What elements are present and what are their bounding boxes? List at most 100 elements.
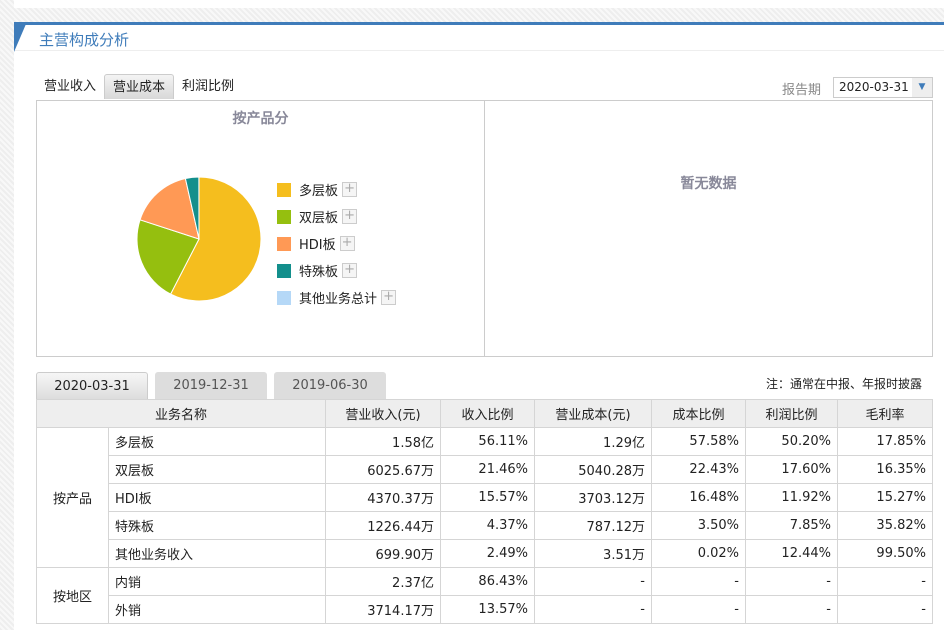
cell-value: 16.48% (651, 483, 746, 512)
cell-value: - (837, 595, 933, 624)
tab-revenue[interactable]: 营业收入 (36, 74, 104, 99)
cell-value: 17.85% (837, 427, 933, 456)
cell-value: 1.29亿 (534, 427, 652, 456)
metric-tabs: 营业收入 营业成本 利润比例 (36, 74, 242, 99)
period-select[interactable]: 2020-03-31 ▼ (833, 77, 933, 98)
chevron-down-icon[interactable]: ▼ (912, 78, 932, 97)
cell-value: 86.43% (440, 567, 535, 596)
date-tab[interactable]: 2019-06-30 (274, 372, 386, 399)
cell-value: - (534, 595, 652, 624)
composition-table: 业务名称 营业收入(元) 收入比例 营业成本(元) 成本比例 利润比例 毛利率 按产品 多层板… (36, 399, 933, 624)
period-label: 报告期 (782, 83, 822, 98)
chart-title: 按产品分 (232, 111, 289, 127)
cell-value: 4370.37万 (325, 483, 441, 512)
cell-value: 16.35% (837, 455, 933, 484)
legend-item[interactable]: HDI板 + (277, 230, 396, 257)
top-band (14, 8, 944, 22)
cell-value: 17.60% (745, 455, 838, 484)
cell-value: 5040.28万 (534, 455, 652, 484)
tab-profit-ratio[interactable]: 利润比例 (174, 74, 242, 99)
cell-value: 2.37亿 (325, 567, 441, 596)
cell-value: 3714.17万 (325, 595, 441, 624)
business-name: 其他业务收入 (108, 539, 326, 568)
column-header: 收入比例 (440, 399, 535, 428)
side-pattern (0, 0, 14, 630)
column-header: 毛利率 (837, 399, 933, 428)
cell-value: 699.90万 (325, 539, 441, 568)
group-label: 按地区 (36, 567, 109, 624)
cell-value: 22.43% (651, 455, 746, 484)
cell-value: 1.58亿 (325, 427, 441, 456)
cell-value: 2.49% (440, 539, 535, 568)
cell-value: 7.85% (745, 511, 838, 540)
cell-value: 21.46% (440, 455, 535, 484)
table-row: 外销 3714.17万 13.57% - - - - (37, 595, 933, 624)
column-header: 利润比例 (745, 399, 838, 428)
header-corner (14, 24, 26, 52)
legend-swatch (277, 182, 291, 197)
table-row: 按地区 内销 2.37亿 86.43% - - - - (36, 567, 933, 624)
business-name: HDI板 (108, 483, 326, 512)
cell-value: 787.12万 (534, 511, 652, 540)
plus-icon[interactable]: + (381, 290, 397, 305)
business-name: 多层板 (108, 427, 326, 456)
legend-item[interactable]: 双层板 + (277, 203, 396, 230)
legend-item[interactable]: 特殊板 + (277, 257, 396, 284)
chart-legend: 多层板 + 双层板 + HDI板 + 特殊板 + 其他业务总计 + (277, 176, 397, 311)
cell-value: 99.50% (837, 539, 933, 568)
column-header: 营业收入(元) (325, 399, 441, 428)
chart-box: 按产品分 多层板 + 双层板 + HDI板 + 特殊板 + 其他业务总计 + 暂无数据 (36, 100, 933, 357)
no-data-text: 暂无数据 (680, 176, 737, 192)
business-name: 双层板 (108, 455, 326, 484)
tab-cost[interactable]: 营业成本 (104, 74, 175, 99)
legend-swatch (277, 290, 291, 305)
legend-label: 双层板 (299, 211, 339, 226)
legend-item[interactable]: 多层板 + (277, 176, 396, 203)
cell-value: - (534, 567, 652, 596)
cell-value: 15.27% (837, 483, 933, 512)
cell-value: 12.44% (745, 539, 838, 568)
cell-value: 57.58% (651, 427, 746, 456)
plus-icon[interactable]: + (342, 263, 358, 278)
group-label: 按产品 (36, 427, 109, 568)
cell-value: 50.20% (745, 427, 838, 456)
table-row: HDI板 4370.37万 15.57% 3703.12万 16.48% 11.92% 15… (37, 483, 933, 512)
disclosure-note: 注：通常在中报、年报时披露 (765, 377, 922, 391)
plus-icon[interactable]: + (342, 182, 358, 197)
period-value: 2020-03-31 (839, 80, 909, 94)
date-tab[interactable]: 2020-03-31 (36, 372, 148, 399)
cell-value: 35.82% (837, 511, 933, 540)
table-row: 特殊板 1226.44万 4.37% 787.12万 3.50% 7.85% 35.82% (37, 511, 933, 540)
cell-value: - (837, 567, 933, 596)
column-header: 营业成本(元) (534, 399, 652, 428)
divider (484, 101, 485, 356)
legend-label: 其他业务总计 (299, 292, 378, 307)
cell-value: 11.92% (745, 483, 838, 512)
business-name: 外销 (108, 595, 326, 624)
pie-chart (136, 176, 262, 302)
cell-value: 3.51万 (534, 539, 652, 568)
legend-item[interactable]: 其他业务总计 + (277, 284, 397, 311)
cell-value: - (651, 595, 746, 624)
cell-value: 3703.12万 (534, 483, 652, 512)
column-header: 成本比例 (651, 399, 746, 428)
business-name: 内销 (108, 567, 326, 596)
section-title: 主营构成分析 (39, 31, 130, 49)
cell-value: 6025.67万 (325, 455, 441, 484)
column-header: 业务名称 (36, 399, 326, 428)
cell-value: - (745, 567, 838, 596)
date-tab[interactable]: 2019-12-31 (155, 372, 267, 399)
cell-value: 0.02% (651, 539, 746, 568)
table-row: 其他业务收入 699.90万 2.49% 3.51万 0.02% 12.44% 99.50% (37, 539, 933, 568)
business-name: 特殊板 (108, 511, 326, 540)
legend-swatch (277, 209, 291, 224)
cell-value: 56.11% (440, 427, 535, 456)
table-row: 双层板 6025.67万 21.46% 5040.28万 22.43% 17.60% 16.… (37, 455, 933, 484)
cell-value: 4.37% (440, 511, 535, 540)
cell-value: - (651, 567, 746, 596)
legend-swatch (277, 263, 291, 278)
plus-icon[interactable]: + (342, 209, 358, 224)
plus-icon[interactable]: + (339, 236, 355, 251)
cell-value: 1226.44万 (325, 511, 441, 540)
cell-value: 15.57% (440, 483, 535, 512)
